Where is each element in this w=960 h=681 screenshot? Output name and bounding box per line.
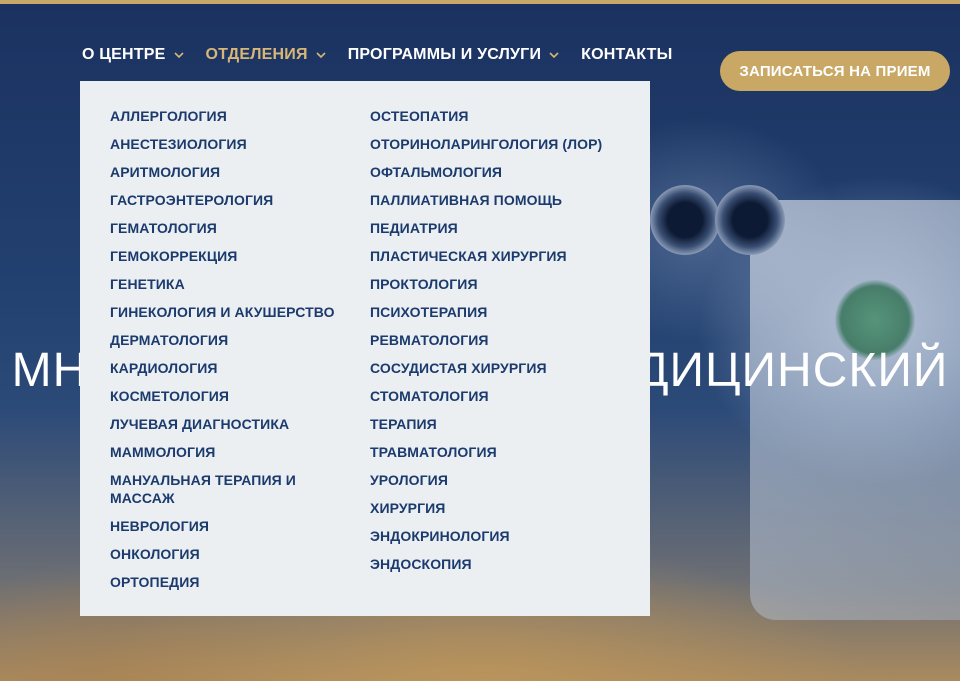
dropdown-item[interactable]: СОСУДИСТАЯ ХИРУРГИЯ: [370, 359, 630, 377]
dropdown-item[interactable]: УРОЛОГИЯ: [370, 471, 630, 489]
nav-item-label: О ЦЕНТРЕ: [82, 46, 166, 63]
dropdown-item[interactable]: ГИНЕКОЛОГИЯ И АКУШЕРСТВО: [110, 303, 370, 321]
nav-item-departments[interactable]: ОТДЕЛЕНИЯ: [206, 46, 328, 64]
dropdown-item[interactable]: МАНУАЛЬНАЯ ТЕРАПИЯ И МАССАЖ: [110, 471, 310, 507]
dropdown-item[interactable]: РЕВМАТОЛОГИЯ: [370, 331, 630, 349]
dropdown-item[interactable]: КОСМЕТОЛОГИЯ: [110, 387, 370, 405]
dropdown-item[interactable]: ЛУЧЕВАЯ ДИАГНОСТИКА: [110, 415, 370, 433]
dropdown-item[interactable]: ПАЛЛИАТИВНАЯ ПОМОЩЬ: [370, 191, 630, 209]
dropdown-item[interactable]: НЕВРОЛОГИЯ: [110, 517, 370, 535]
dropdown-item[interactable]: ТЕРАПИЯ: [370, 415, 630, 433]
chevron-down-icon: [172, 48, 186, 62]
main-navigation: О ЦЕНТРЕ ОТДЕЛЕНИЯ ПРОГРАММЫ И УСЛУГИ КО…: [82, 46, 692, 64]
departments-dropdown: АЛЛЕРГОЛОГИЯ АНЕСТЕЗИОЛОГИЯ АРИТМОЛОГИЯ …: [80, 81, 650, 616]
dropdown-item[interactable]: ГЕМОКОРРЕКЦИЯ: [110, 247, 370, 265]
dropdown-item[interactable]: ПЛАСТИЧЕСКАЯ ХИРУРГИЯ: [370, 247, 630, 265]
dropdown-item[interactable]: АРИТМОЛОГИЯ: [110, 163, 370, 181]
hero-microscope-lens: [650, 185, 720, 255]
dropdown-item[interactable]: ГЕМАТОЛОГИЯ: [110, 219, 370, 237]
dropdown-item[interactable]: АЛЛЕРГОЛОГИЯ: [110, 107, 370, 125]
dropdown-item[interactable]: ГАСТРОЭНТЕРОЛОГИЯ: [110, 191, 370, 209]
chevron-down-icon: [547, 48, 561, 62]
dropdown-item[interactable]: ПЕДИАТРИЯ: [370, 219, 630, 237]
dropdown-item[interactable]: КАРДИОЛОГИЯ: [110, 359, 370, 377]
nav-item-about[interactable]: О ЦЕНТРЕ: [82, 46, 186, 64]
nav-item-contacts[interactable]: КОНТАКТЫ: [581, 46, 672, 64]
dropdown-item[interactable]: ПРОКТОЛОГИЯ: [370, 275, 630, 293]
dropdown-item[interactable]: ТРАВМАТОЛОГИЯ: [370, 443, 630, 461]
dropdown-item[interactable]: ДЕРМАТОЛОГИЯ: [110, 331, 370, 349]
dropdown-item[interactable]: МАММОЛОГИЯ: [110, 443, 370, 461]
dropdown-item[interactable]: ОНКОЛОГИЯ: [110, 545, 370, 563]
dropdown-item[interactable]: ГЕНЕТИКА: [110, 275, 370, 293]
hero-microscope-lens: [715, 185, 785, 255]
dropdown-item[interactable]: ОСТЕОПАТИЯ: [370, 107, 630, 125]
dropdown-item[interactable]: ХИРУРГИЯ: [370, 499, 630, 517]
dropdown-item[interactable]: СТОМАТОЛОГИЯ: [370, 387, 630, 405]
dropdown-item[interactable]: ЭНДОКРИНОЛОГИЯ: [370, 527, 630, 545]
nav-item-label: ОТДЕЛЕНИЯ: [205, 46, 308, 63]
nav-item-label: ПРОГРАММЫ И УСЛУГИ: [347, 46, 542, 63]
dropdown-item[interactable]: ОТОРИНОЛАРИНГОЛОГИЯ (ЛОР): [370, 135, 630, 153]
nav-item-programs[interactable]: ПРОГРАММЫ И УСЛУГИ: [348, 46, 561, 64]
dropdown-column-1: АЛЛЕРГОЛОГИЯ АНЕСТЕЗИОЛОГИЯ АРИТМОЛОГИЯ …: [110, 107, 370, 616]
chevron-down-icon: [314, 48, 328, 62]
top-accent-line: [0, 0, 960, 4]
book-appointment-button[interactable]: ЗАПИСАТЬСЯ НА ПРИЕМ: [720, 51, 950, 91]
dropdown-item[interactable]: ОФТАЛЬМОЛОГИЯ: [370, 163, 630, 181]
dropdown-item[interactable]: ЭНДОСКОПИЯ: [370, 555, 630, 573]
dropdown-item[interactable]: ПСИХОТЕРАПИЯ: [370, 303, 630, 321]
dropdown-item[interactable]: АНЕСТЕЗИОЛОГИЯ: [110, 135, 370, 153]
dropdown-column-2: ОСТЕОПАТИЯ ОТОРИНОЛАРИНГОЛОГИЯ (ЛОР) ОФТ…: [370, 107, 630, 616]
dropdown-item[interactable]: ОРТОПЕДИЯ: [110, 573, 370, 591]
nav-item-label: КОНТАКТЫ: [581, 46, 673, 63]
